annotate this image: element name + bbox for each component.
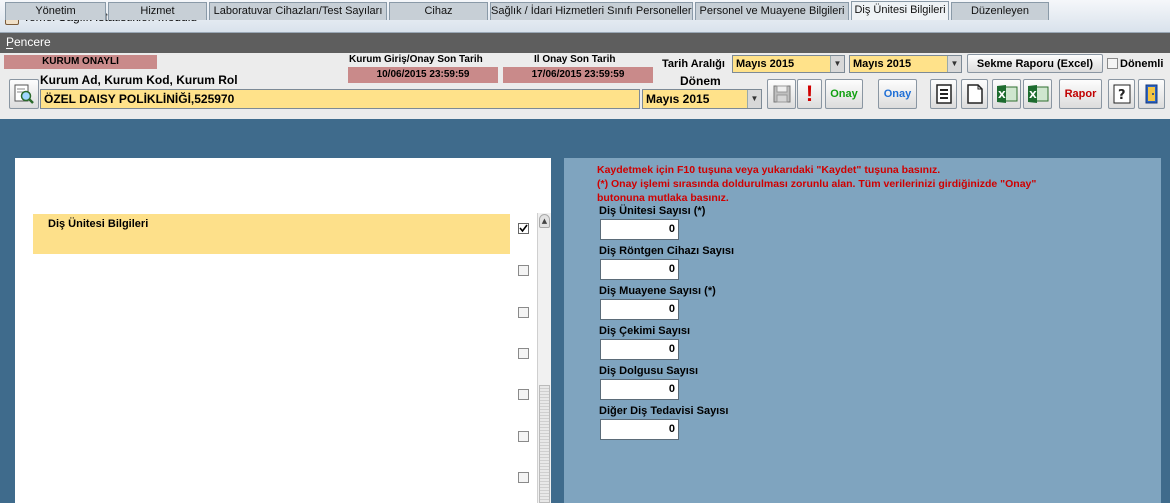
kurum-info-label: Kurum Ad, Kurum Kod, Kurum Rol bbox=[40, 73, 238, 87]
kurum-search-icon[interactable] bbox=[9, 79, 39, 109]
mnemonic-underline bbox=[6, 48, 13, 49]
checkmark-icon bbox=[519, 224, 528, 233]
new-document-button[interactable] bbox=[961, 79, 988, 109]
warning-line-1: Kaydetmek için F10 tuşuna veya yukarıdak… bbox=[597, 164, 941, 176]
onay-green-button[interactable]: Onay bbox=[825, 79, 863, 109]
rontgen-input[interactable]: 0 bbox=[600, 259, 679, 280]
warning-line-3: butonuna mutlaka basınız. bbox=[597, 192, 729, 204]
floppy-icon bbox=[773, 85, 790, 103]
kurum-value: ÖZEL DAISY POLİKLİNİĞİ,525970 bbox=[44, 92, 235, 106]
menu-pencere[interactable]: Pencere bbox=[6, 35, 51, 49]
dolgu-input[interactable]: 0 bbox=[600, 379, 679, 400]
exit-button[interactable] bbox=[1138, 79, 1165, 109]
cekim-input[interactable]: 0 bbox=[600, 339, 679, 360]
tab-yonetim[interactable]: Yönetim bbox=[5, 2, 106, 20]
field-label-dis-unitesi: Diş Ünitesi Sayısı (*) bbox=[599, 205, 706, 217]
field-label-rontgen: Diş Röntgen Cihazı Sayısı bbox=[599, 245, 735, 257]
tab-dis-unitesi[interactable]: Diş Ünitesi Bilgileri bbox=[851, 1, 949, 20]
list-scrollbar[interactable]: ▲ bbox=[537, 213, 551, 503]
chevron-down-icon[interactable]: ▼ bbox=[747, 90, 761, 108]
dis-unitesi-input[interactable]: 0 bbox=[600, 219, 679, 240]
list-checkbox[interactable] bbox=[518, 265, 529, 276]
list-item-dis-unitesi[interactable]: Diş Ünitesi Bilgileri bbox=[33, 214, 510, 254]
list-checkbox[interactable] bbox=[518, 389, 529, 400]
donemli-label: Dönemli bbox=[1120, 58, 1164, 70]
warning-line-2: (*) Onay işlemi sırasında doldurulması z… bbox=[597, 178, 1037, 190]
tab-saglik-idari[interactable]: Sağlık / İdari Hizmetleri Sınıfı Persone… bbox=[490, 2, 693, 20]
donemli-checkbox[interactable] bbox=[1107, 58, 1118, 69]
alert-button[interactable]: ! bbox=[797, 79, 822, 109]
excel-export-2-button[interactable]: X bbox=[1023, 79, 1052, 109]
list-checkbox[interactable] bbox=[518, 472, 529, 483]
excel-icon: X bbox=[1027, 85, 1048, 103]
document-list-icon bbox=[935, 84, 952, 104]
muayene-input[interactable]: 0 bbox=[600, 299, 679, 320]
donem-select[interactable]: Mayıs 2015 ▼ bbox=[642, 89, 762, 109]
tab-duzenleyen[interactable]: Düzenleyen bbox=[951, 2, 1049, 20]
help-icon: ? bbox=[1113, 84, 1130, 104]
tarih-from-value: Mayıs 2015 bbox=[736, 58, 795, 70]
tab-bar bbox=[0, 119, 1170, 139]
tarih-araligi-label: Tarih Aralığı bbox=[662, 58, 725, 70]
il-onay-date: 17/06/2015 23:59:59 bbox=[503, 67, 653, 83]
donem-label: Dönem bbox=[680, 74, 721, 88]
tarih-from-select[interactable]: Mayıs 2015 ▼ bbox=[732, 55, 845, 73]
exclamation-icon: ! bbox=[805, 81, 814, 106]
tab-laboratuvar[interactable]: Laboratuvar Cihazları/Test Sayıları bbox=[209, 2, 387, 20]
il-onay-label: Il Onay Son Tarih bbox=[534, 54, 616, 65]
help-button[interactable]: ? bbox=[1108, 79, 1135, 109]
field-label-diger-tedavi: Diğer Diş Tedavisi Sayısı bbox=[599, 405, 729, 417]
field-label-muayene: Diş Muayene Sayısı (*) bbox=[599, 285, 716, 297]
menu-bar: Pencere bbox=[0, 33, 1170, 53]
list-checkbox[interactable] bbox=[518, 348, 529, 359]
giris-label: Kurum Giriş/Onay Son Tarih bbox=[349, 54, 483, 65]
field-label-dolgu: Diş Dolgusu Sayısı bbox=[599, 365, 699, 377]
document-list-button[interactable] bbox=[930, 79, 957, 109]
save-button[interactable] bbox=[767, 79, 796, 109]
tarih-to-value: Mayıs 2015 bbox=[853, 58, 912, 70]
tarih-to-select[interactable]: Mayıs 2015 ▼ bbox=[849, 55, 962, 73]
list-checkbox[interactable] bbox=[518, 431, 529, 442]
donem-value: Mayıs 2015 bbox=[646, 92, 710, 106]
scroll-thumb[interactable] bbox=[539, 385, 550, 503]
chevron-down-icon[interactable]: ▼ bbox=[947, 56, 961, 72]
tab-personel-muayene[interactable]: Personel ve Muayene Bilgileri bbox=[695, 2, 849, 20]
chevron-down-icon[interactable]: ▼ bbox=[830, 56, 844, 72]
svg-text:?: ? bbox=[1118, 88, 1126, 103]
list-checkbox[interactable] bbox=[518, 307, 529, 318]
tab-hizmet[interactable]: Hizmet bbox=[108, 2, 207, 20]
left-list-panel bbox=[15, 158, 551, 503]
kurum-select[interactable]: ÖZEL DAISY POLİKLİNİĞİ,525970 bbox=[40, 89, 640, 109]
tab-cihaz[interactable]: Cihaz bbox=[389, 2, 488, 20]
svg-text:X: X bbox=[998, 90, 1006, 101]
sekme-raporu-button[interactable]: Sekme Raporu (Excel) bbox=[967, 54, 1103, 73]
onay-blue-button[interactable]: Onay bbox=[878, 79, 917, 109]
giris-date: 10/06/2015 23:59:59 bbox=[348, 67, 498, 83]
diger-tedavi-input[interactable]: 0 bbox=[600, 419, 679, 440]
excel-export-button[interactable]: X bbox=[992, 79, 1021, 109]
field-label-cekim: Diş Çekimi Sayısı bbox=[599, 325, 691, 337]
kurum-status-badge: KURUM ONAYLI bbox=[4, 55, 157, 69]
rapor-button[interactable]: Rapor bbox=[1059, 79, 1102, 109]
exit-door-icon bbox=[1145, 84, 1157, 104]
scroll-up-icon[interactable]: ▲ bbox=[539, 214, 550, 228]
svg-text:X: X bbox=[1029, 90, 1037, 101]
excel-icon: X bbox=[996, 85, 1017, 103]
blank-page-icon bbox=[966, 84, 983, 104]
list-item-label: Diş Ünitesi Bilgileri bbox=[48, 218, 149, 230]
list-checkbox-checked[interactable] bbox=[518, 223, 529, 234]
